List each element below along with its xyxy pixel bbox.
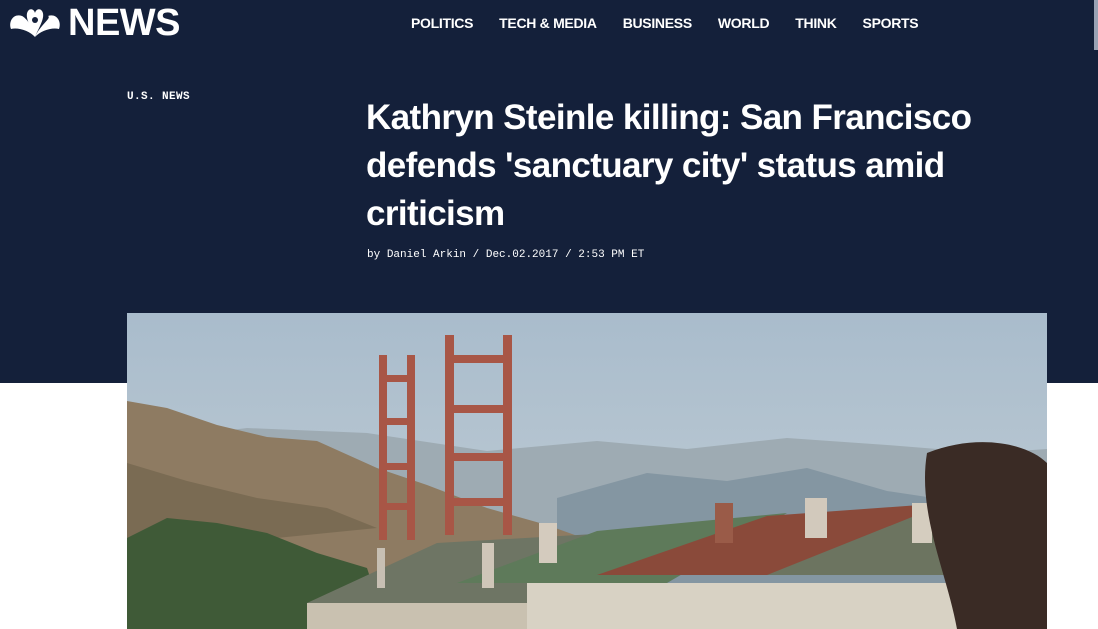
top-navigation-bar: NEWS POLITICS TECH & MEDIA BUSINESS WORL…	[0, 0, 1098, 50]
byline-prefix: by	[367, 249, 387, 261]
nav-world[interactable]: WORLD	[718, 15, 770, 31]
byline-separator: /	[466, 249, 486, 261]
article-photo	[127, 313, 1047, 629]
nav-tech-media[interactable]: TECH & MEDIA	[499, 15, 597, 31]
publish-date: Dec.02.2017	[485, 249, 559, 261]
article-headline: Kathryn Steinle killing: San Francisco d…	[366, 98, 972, 233]
section-label[interactable]: U.S. NEWS	[127, 91, 190, 103]
byline-separator: /	[558, 249, 579, 261]
logo-wordmark: NEWS	[68, 2, 181, 44]
main-nav: POLITICS TECH & MEDIA BUSINESS WORLD THI…	[398, 0, 931, 46]
nbc-news-logo[interactable]: NEWS	[8, 2, 181, 44]
publish-time: 2:53 PM ET	[578, 249, 645, 261]
nav-think[interactable]: THINK	[795, 15, 837, 31]
peacock-icon	[10, 9, 60, 37]
scrollbar[interactable]	[1094, 0, 1098, 55]
author-link[interactable]: Daniel Arkin	[387, 249, 466, 261]
nav-sports[interactable]: SPORTS	[863, 15, 919, 31]
nav-business[interactable]: BUSINESS	[623, 15, 692, 31]
nav-politics[interactable]: POLITICS	[411, 15, 473, 31]
byline: by Daniel Arkin / Dec.02.2017 / 2:53 PM …	[367, 249, 644, 261]
